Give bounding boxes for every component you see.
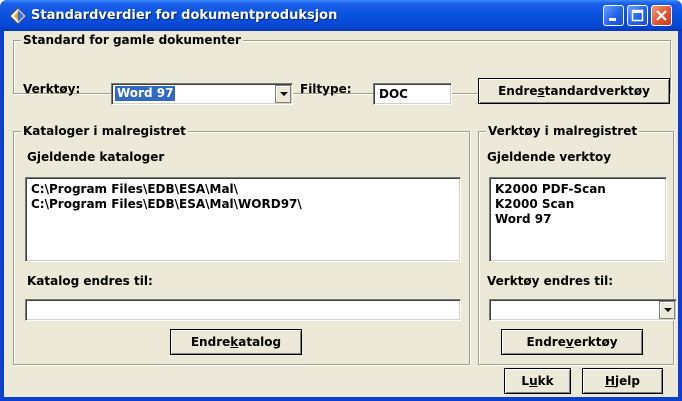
list-item[interactable]: K2000 Scan xyxy=(495,197,661,212)
help-button[interactable]: Hjelp xyxy=(582,368,663,394)
change-catalog-label: Endre katalog xyxy=(190,335,282,349)
tools-change-label: Verktøy endres til: xyxy=(487,274,614,288)
dialog-window: Standardverdier for dokumentproduksjon S… xyxy=(0,0,682,401)
filetype-label: Filtype: xyxy=(300,82,352,96)
title-bar[interactable]: Standardverdier for dokumentproduksjon xyxy=(0,0,682,31)
catalog-input[interactable] xyxy=(25,299,461,321)
close-dialog-label: Lukk xyxy=(521,374,554,388)
current-tools-label: Gjeldende verktoy xyxy=(487,150,612,164)
chevron-down-icon[interactable] xyxy=(659,301,675,319)
change-default-tool-label: Endre standardverktøy xyxy=(498,84,650,98)
current-catalogs-label: Gjeldende kataloger xyxy=(27,150,165,164)
change-default-tool-button[interactable]: Endre standardverktøy xyxy=(478,78,670,104)
catalog-list[interactable]: C:\Program Files\EDB\ESA\Mal\ C:\Program… xyxy=(25,177,461,262)
catalog-group-label: Kataloger i malregistret xyxy=(21,124,188,138)
standard-group-label: Standard for gamle dokumenter xyxy=(21,33,243,47)
close-dialog-button[interactable]: Lukk xyxy=(504,368,571,394)
tool-dropdown[interactable]: Word 97 xyxy=(111,83,293,105)
list-item[interactable]: Word 97 xyxy=(495,212,661,227)
tool-label: Verktøy: xyxy=(23,82,81,96)
tools-list[interactable]: K2000 PDF-Scan K2000 Scan Word 97 xyxy=(489,177,667,262)
tool-dropdown-value: Word 97 xyxy=(115,86,176,101)
filetype-value: DOC xyxy=(379,87,408,101)
minimize-icon xyxy=(609,18,616,21)
chevron-down-icon[interactable] xyxy=(275,85,291,103)
maximize-button[interactable] xyxy=(627,5,648,26)
minimize-button[interactable] xyxy=(603,5,624,26)
filetype-field[interactable]: DOC xyxy=(373,83,452,105)
dialog-client-area: Standard for gamle dokumenter Verktøy: W… xyxy=(4,31,678,397)
tools-group-label: Verktøy i malregistret xyxy=(486,124,640,138)
list-item[interactable]: C:\Program Files\EDB\ESA\Mal\ xyxy=(31,182,455,197)
catalog-change-label: Katalog endres til: xyxy=(27,274,153,288)
change-tool-label: Endre verktøy xyxy=(526,335,618,349)
tools-dropdown[interactable] xyxy=(489,299,677,321)
list-item[interactable]: K2000 PDF-Scan xyxy=(495,182,661,197)
list-item[interactable]: C:\Program Files\EDB\ESA\Mal\WORD97\ xyxy=(31,197,455,212)
change-catalog-button[interactable]: Endre katalog xyxy=(170,329,302,355)
close-icon xyxy=(656,10,667,21)
change-tool-button[interactable]: Endre verktøy xyxy=(501,329,643,355)
help-label: Hjelp xyxy=(604,374,640,388)
window-title: Standardverdier for dokumentproduksjon xyxy=(31,8,338,23)
close-button[interactable] xyxy=(651,5,672,26)
app-icon xyxy=(9,7,27,25)
maximize-icon xyxy=(631,9,644,22)
